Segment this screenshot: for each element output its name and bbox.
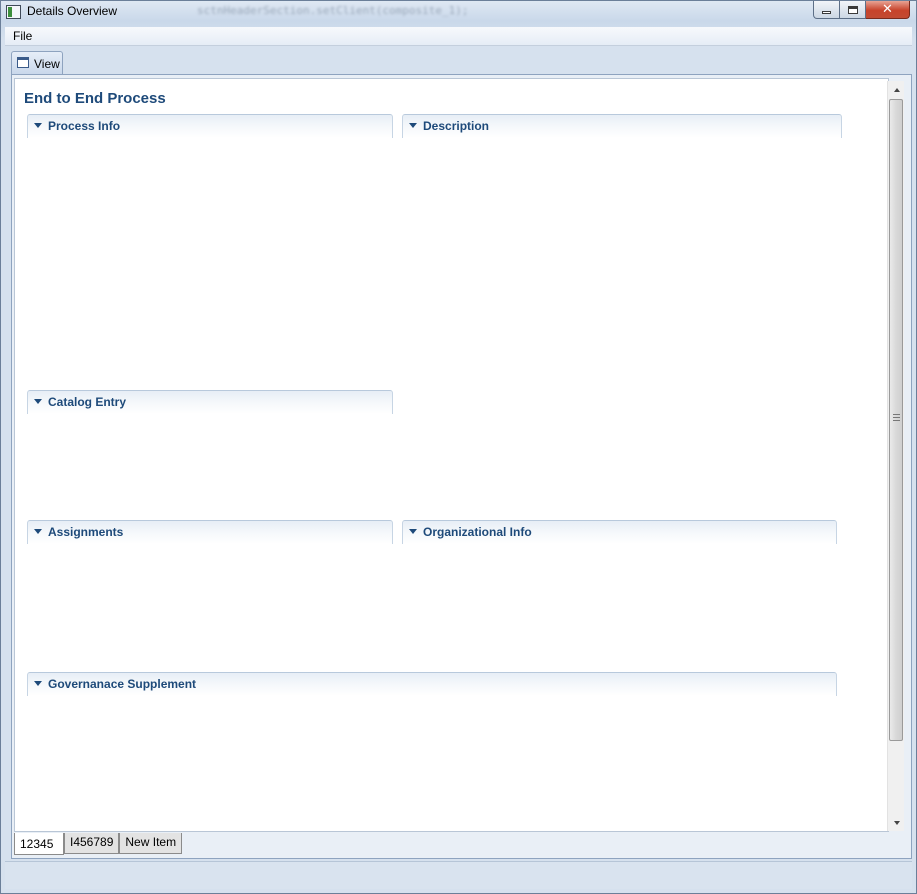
- tab-12345[interactable]: 12345: [14, 833, 64, 855]
- application-window: Details Overview sctnHeaderSection.setCl…: [0, 0, 917, 894]
- tab-new-item[interactable]: New Item: [119, 833, 183, 854]
- section-title-description[interactable]: Description: [423, 119, 489, 133]
- status-bar: [5, 861, 912, 889]
- chevron-down-icon[interactable]: [34, 681, 42, 686]
- section-process-info[interactable]: Process Info: [27, 114, 393, 138]
- section-title-catalog-entry[interactable]: Catalog Entry: [48, 395, 126, 409]
- chevron-down-icon[interactable]: [34, 123, 42, 128]
- bottom-tab-bar: 12345 I456789 New Item: [14, 833, 183, 855]
- chevron-down-icon[interactable]: [409, 123, 417, 128]
- menu-bar: File: [5, 27, 912, 46]
- scrollbar-thumb[interactable]: [889, 99, 903, 741]
- tab-view[interactable]: View: [11, 51, 63, 75]
- tab-view-label: View: [34, 57, 60, 71]
- arrow-up-icon: [893, 87, 900, 92]
- app-icon[interactable]: [6, 5, 21, 19]
- section-assignments[interactable]: Assignments: [27, 520, 393, 544]
- window-icon: [17, 57, 29, 68]
- section-title-organizational-info[interactable]: Organizational Info: [423, 525, 532, 539]
- form-editor: End to End Process Process Info Descript…: [14, 78, 889, 832]
- chevron-down-icon[interactable]: [34, 399, 42, 404]
- page-title: End to End Process: [24, 90, 166, 107]
- scroll-down-button[interactable]: [888, 814, 905, 831]
- background-window-title: sctnHeaderSection.setClient(composite_1)…: [197, 4, 469, 17]
- window-title: Details Overview: [27, 4, 118, 18]
- scroll-up-button[interactable]: [888, 81, 905, 98]
- section-organizational-info[interactable]: Organizational Info: [402, 520, 837, 544]
- section-description[interactable]: Description: [402, 114, 842, 138]
- close-button[interactable]: ✕: [866, 1, 910, 19]
- window-controls: ✕: [813, 1, 910, 19]
- minimize-button[interactable]: [813, 1, 840, 19]
- title-bar[interactable]: Details Overview sctnHeaderSection.setCl…: [1, 1, 916, 23]
- chevron-down-icon[interactable]: [34, 529, 42, 534]
- section-title-governance-supplement[interactable]: Governanace Supplement: [48, 677, 196, 691]
- arrow-down-icon: [893, 820, 900, 825]
- grip-icon: [893, 414, 900, 421]
- minimize-icon: [822, 11, 831, 14]
- section-title-process-info[interactable]: Process Info: [48, 119, 120, 133]
- tab-i456789[interactable]: I456789: [64, 833, 120, 854]
- maximize-icon: [847, 5, 858, 14]
- section-catalog-entry[interactable]: Catalog Entry: [27, 390, 393, 414]
- vertical-scrollbar[interactable]: [887, 81, 904, 831]
- section-governance-supplement[interactable]: Governanace Supplement: [27, 672, 837, 696]
- chevron-down-icon[interactable]: [409, 529, 417, 534]
- menu-file[interactable]: File: [13, 29, 32, 43]
- maximize-button[interactable]: [840, 1, 866, 19]
- close-icon: ✕: [882, 2, 893, 17]
- section-title-assignments[interactable]: Assignments: [48, 525, 123, 539]
